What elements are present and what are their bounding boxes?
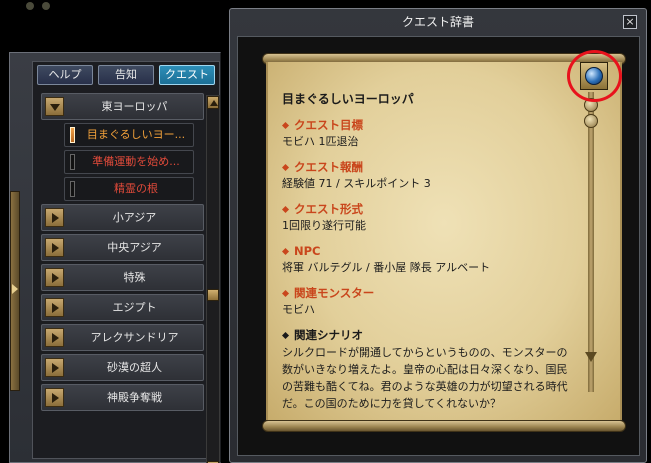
triangle-right-icon (52, 393, 59, 403)
scroll-roll-bottom (262, 420, 626, 432)
triangle-right-icon (52, 303, 59, 313)
category-temple-war[interactable]: 神殿争奪戦 (41, 384, 204, 411)
close-icon[interactable]: × (623, 15, 637, 29)
panel-collapse-handle[interactable] (10, 191, 20, 391)
category-east-europe[interactable]: 東ヨーロッパ (41, 93, 204, 120)
triangle-right-icon (52, 243, 59, 253)
expand-button[interactable] (45, 208, 64, 227)
expand-button[interactable] (45, 268, 64, 287)
quest-item-1[interactable]: 目まぐるしいヨー... (64, 123, 194, 147)
section-heading: NPC (282, 243, 574, 260)
category-label: 特殊 (123, 271, 146, 284)
category-egypt[interactable]: エジプト (41, 294, 204, 321)
scroll-thumb[interactable] (207, 289, 219, 301)
diamond-bullet-icon (282, 121, 290, 130)
quest-detail-scroll: 目まぐるしいヨーロッパ クエスト目標 モビハ 1匹退治 クエスト報酬 経験値 7… (266, 62, 622, 420)
triangle-right-icon (52, 273, 59, 283)
tab-notice[interactable]: 告知 (98, 65, 154, 85)
triangle-down-icon (50, 104, 60, 111)
reward-heading: クエスト報酬 (294, 160, 363, 174)
scroll-rod (588, 92, 594, 392)
top-decoration (26, 0, 66, 10)
tab-help[interactable]: ヘルプ (37, 65, 93, 85)
category-label: 砂漠の超人 (107, 361, 162, 374)
expand-button[interactable] (45, 358, 64, 377)
category-label: 小アジア (112, 211, 157, 224)
category-label: エジプト (112, 301, 157, 314)
category-special[interactable]: 特殊 (41, 264, 204, 291)
format-heading: クエスト形式 (294, 202, 363, 216)
triangle-right-icon (52, 213, 59, 223)
diamond-bullet-icon (282, 331, 290, 340)
quest-title: 目まぐるしいヨーロッパ (282, 92, 414, 106)
scenario-text: シルクロードが開通してからというものの、モンスターの数がいきなり増えたよ。皇帝の… (282, 346, 568, 410)
monster-section: 関連モンスター モビハ (282, 285, 574, 318)
marker-icon (70, 181, 75, 197)
quest-label: 目まぐるしいヨー... (86, 128, 186, 141)
marker-icon (70, 154, 75, 170)
category-alexandria[interactable]: アレクサンドリア (41, 324, 204, 351)
quest-item-2[interactable]: 準備運動を始め... (64, 150, 194, 174)
tab-bar: ヘルプ 告知 クエスト (37, 65, 215, 85)
triangle-right-icon (52, 363, 59, 373)
section-heading: 関連シナリオ (282, 327, 574, 344)
quest-label: 準備運動を始め... (92, 155, 180, 168)
quest-category-panel: ヘルプ 告知 クエスト 東ヨーロッパ 目まぐるしいヨー... 準備運動を始め..… (9, 52, 221, 463)
reward-section: クエスト報酬 経験値 71 / スキルポイント 3 (282, 159, 574, 192)
triangle-right-icon (52, 333, 59, 343)
section-heading: クエスト形式 (282, 201, 574, 218)
category-label: 神殿争奪戦 (107, 391, 162, 404)
category-label: 東ヨーロッパ (101, 100, 168, 113)
npc-heading: NPC (294, 244, 321, 258)
scenario-section: 関連シナリオ シルクロードが開通してからというものの、モンスターの数がいきなり増… (282, 327, 574, 412)
scroll-rod-knob[interactable] (584, 114, 598, 128)
monster-value: モビハ (282, 303, 315, 316)
diamond-bullet-icon (282, 163, 290, 172)
arrow-up-icon (210, 100, 218, 106)
category-label: アレクサンドリア (90, 331, 179, 344)
diamond-bullet-icon (282, 205, 290, 214)
category-desert-superman[interactable]: 砂漠の超人 (41, 354, 204, 381)
category-list: 東ヨーロッパ 目まぐるしいヨー... 準備運動を始め... 精霊の根 小アジア … (41, 93, 204, 414)
section-heading: 関連モンスター (282, 285, 574, 302)
expand-button[interactable] (45, 238, 64, 257)
format-value: 1回限り遂行可能 (282, 219, 366, 232)
npc-section: NPC 将軍 バルテグル / 番小屋 隊長 アルベート (282, 243, 574, 276)
quest-detail-content: 目まぐるしいヨーロッパ クエスト目標 モビハ 1匹退治 クエスト報酬 経験値 7… (282, 90, 574, 415)
expand-button[interactable] (45, 298, 64, 317)
section-heading: クエスト報酬 (282, 159, 574, 176)
arrow-right-icon (12, 284, 18, 294)
category-scrollbar[interactable] (206, 95, 220, 463)
tab-quest[interactable]: クエスト (159, 65, 215, 85)
section-heading: クエスト目標 (282, 117, 574, 134)
objective-section: クエスト目標 モビハ 1匹退治 (282, 117, 574, 150)
window-title: クエスト辞書 (401, 15, 474, 29)
expand-button[interactable] (45, 388, 64, 407)
quest-item-3[interactable]: 精霊の根 (64, 177, 194, 201)
category-asia-minor[interactable]: 小アジア (41, 204, 204, 231)
category-central-asia[interactable]: 中央アジア (41, 234, 204, 261)
diamond-bullet-icon (282, 289, 290, 298)
objective-heading: クエスト目標 (294, 118, 363, 132)
category-label: 中央アジア (107, 241, 162, 254)
monster-heading: 関連モンスター (294, 286, 375, 300)
selected-marker-icon (70, 127, 75, 143)
scroll-up-button[interactable] (207, 96, 219, 109)
quest-label: 精霊の根 (114, 182, 158, 195)
reward-value: 経験値 71 / スキルポイント 3 (282, 177, 431, 190)
npc-value: 将軍 バルテグル / 番小屋 隊長 アルベート (282, 261, 491, 274)
expand-button[interactable] (45, 328, 64, 347)
highlight-circle (567, 50, 622, 102)
scroll-down-arrow-icon[interactable] (585, 352, 597, 362)
scenario-heading: 関連シナリオ (294, 328, 363, 342)
objective-value: モビハ 1匹退治 (282, 135, 359, 148)
format-section: クエスト形式 1回限り遂行可能 (282, 201, 574, 234)
collapse-button[interactable] (45, 97, 64, 116)
diamond-bullet-icon (282, 247, 290, 256)
